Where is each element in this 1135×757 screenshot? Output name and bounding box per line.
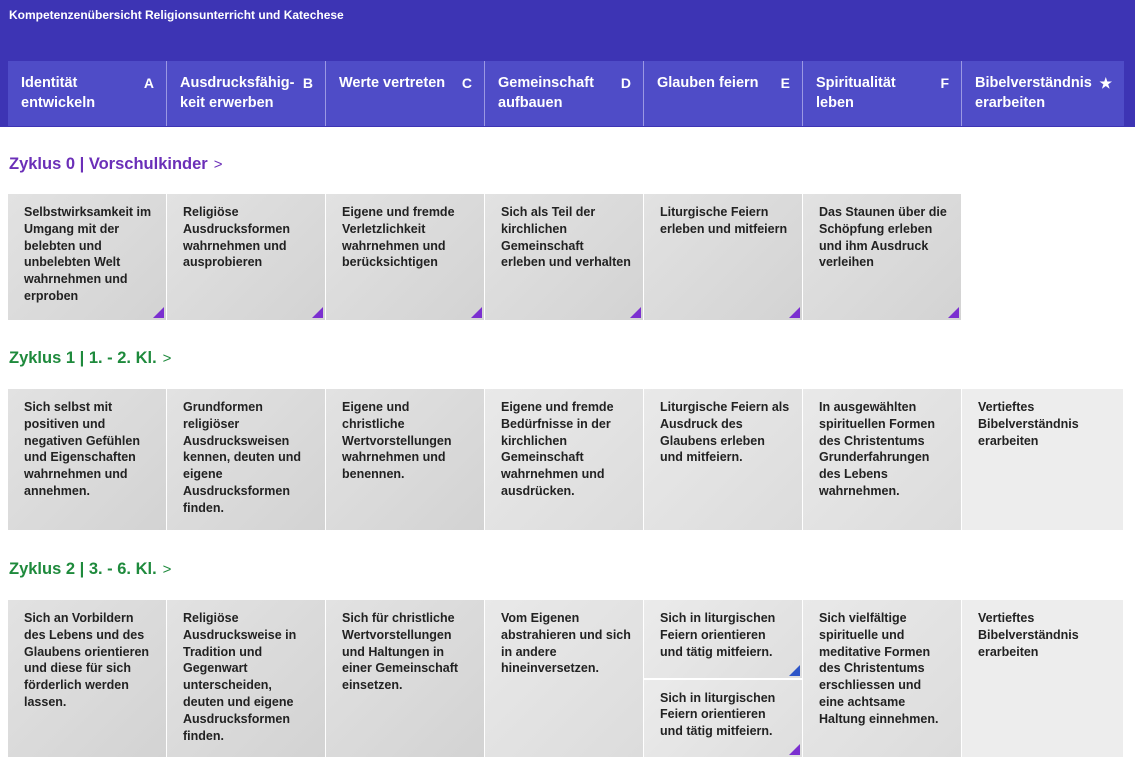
- competence-text: Grundformen religiöser Ausdrucksweisen k…: [183, 400, 302, 515]
- cycle-title-text: Zyklus 0 | Vorschulkinder: [9, 155, 208, 173]
- competence-text: Das Staunen über die Schöpfung erleben u…: [819, 205, 947, 270]
- competence-card[interactable]: Liturgische Feiern als Ausdruck des Glau…: [644, 389, 803, 530]
- corner-marker-icon: [948, 307, 959, 318]
- tab-label: Werte vertreten: [339, 75, 446, 91]
- competence-text: Liturgische Feiern erleben und mitfeiern: [660, 205, 788, 236]
- competence-card[interactable]: Selbstwirksamkeit im Umgang mit der bele…: [8, 194, 167, 320]
- competence-text: Religiöse Ausdrucksweise in Tradition un…: [183, 611, 297, 743]
- competence-card[interactable]: Grundformen religiöser Ausdrucksweisen k…: [167, 389, 326, 530]
- corner-marker-icon: [789, 307, 800, 318]
- competence-card[interactable]: Sich selbst mit positiven und negativen …: [8, 389, 167, 530]
- competence-card[interactable]: Sich für christliche Wertvorstellungen u…: [326, 600, 485, 757]
- competence-text: Sich in liturgischen Feiern orientieren …: [660, 611, 776, 659]
- competence-card[interactable]: Sich in liturgischen Feiern orientieren …: [644, 600, 802, 678]
- tab-gemeinschaft[interactable]: Gemeinschaft aufbauen D: [485, 61, 644, 126]
- tab-identitaet[interactable]: Identität entwickeln A: [8, 61, 167, 126]
- competence-card[interactable]: Eigene und fremde Bedürfnisse in der kir…: [485, 389, 644, 530]
- competence-card[interactable]: Vertieftes Bibelverständnis erarbeiten: [962, 389, 1124, 530]
- competence-card[interactable]: Sich vielfältige spirituelle und meditat…: [803, 600, 962, 757]
- competence-text: Sich an Vorbildern des Lebens und des Gl…: [24, 611, 150, 709]
- competence-text: Sich vielfältige spirituelle und meditat…: [819, 611, 939, 726]
- star-icon: ★: [1099, 75, 1112, 91]
- cycle-0-title[interactable]: Zyklus 0 | Vorschulkinder >: [9, 155, 222, 174]
- competence-text: In ausgewählten spirituellen Formen des …: [819, 400, 935, 498]
- tab-label: Spiritualität leben: [816, 75, 896, 111]
- competence-card[interactable]: Sich an Vorbildern des Lebens und des Gl…: [8, 600, 167, 757]
- corner-marker-icon: [789, 664, 800, 676]
- tab-label: Identität entwickeln: [21, 75, 96, 111]
- competence-text: Liturgische Feiern als Ausdruck des Glau…: [660, 400, 790, 465]
- competence-tabs: Identität entwickeln A Ausdrucksfähig-ke…: [8, 61, 1130, 126]
- chevron-right-icon: >: [213, 156, 223, 173]
- competence-card-split: Sich in liturgischen Feiern orientieren …: [644, 600, 803, 757]
- tab-label: Bibelverständnis erarbeiten: [975, 75, 1092, 111]
- cycle-title-text: Zyklus 1 | 1. - 2. Kl.: [9, 349, 157, 367]
- competence-card[interactable]: Das Staunen über die Schöpfung erleben u…: [803, 194, 962, 320]
- cycle-0-row: Selbstwirksamkeit im Umgang mit der bele…: [8, 194, 962, 320]
- competence-text: Vom Eigenen abstrahieren und sich in and…: [501, 611, 631, 676]
- cycle-title-text: Zyklus 2 | 3. - 6. Kl.: [9, 560, 157, 578]
- chevron-right-icon: >: [162, 350, 172, 367]
- tab-bibelverstaendnis[interactable]: Bibelverständnis erarbeiten ★: [962, 61, 1124, 126]
- cycle-2-row: Sich an Vorbildern des Lebens und des Gl…: [8, 600, 1124, 757]
- competence-text: Selbstwirksamkeit im Umgang mit der bele…: [24, 205, 152, 303]
- competence-card[interactable]: Religiöse Ausdrucksformen wahrnehmen und…: [167, 194, 326, 320]
- competence-text: Sich als Teil der kirchlichen Gemeinscha…: [501, 205, 631, 270]
- tab-letter: F: [940, 75, 949, 91]
- tab-ausdrucksfaehigkeit[interactable]: Ausdrucksfähig-keit erwerben B: [167, 61, 326, 126]
- tab-werte[interactable]: Werte vertreten C: [326, 61, 485, 126]
- tab-label: Ausdrucksfähig-keit erwerben: [180, 75, 295, 111]
- competence-card[interactable]: Vertieftes Bibelverständnis erarbeiten: [962, 600, 1124, 757]
- tab-letter: C: [461, 75, 472, 91]
- competence-card[interactable]: Vom Eigenen abstrahieren und sich in and…: [485, 600, 644, 757]
- cycle-1-row: Sich selbst mit positiven und negativen …: [8, 389, 1124, 530]
- competence-text: Eigene und fremde Bedürfnisse in der kir…: [501, 400, 614, 498]
- competence-card[interactable]: Sich in liturgischen Feiern orientieren …: [644, 677, 802, 757]
- competence-text: Eigene und fremde Verletzlichkeit wahrne…: [342, 205, 455, 270]
- tab-letter: E: [780, 75, 790, 91]
- cycle-1-title[interactable]: Zyklus 1 | 1. - 2. Kl. >: [9, 349, 171, 368]
- corner-marker-icon: [471, 307, 482, 318]
- competence-text: Eigene und christliche Wertvorstellungen…: [342, 400, 452, 482]
- cycle-2-title[interactable]: Zyklus 2 | 3. - 6. Kl. >: [9, 560, 171, 579]
- tab-spiritualitaet[interactable]: Spiritualität leben F: [803, 61, 962, 126]
- competence-card[interactable]: Sich als Teil der kirchlichen Gemeinscha…: [485, 194, 644, 320]
- competence-text: Sich für christliche Wertvorstellungen u…: [342, 611, 459, 693]
- header-bar: Kompetenzenübersicht Religionsunterricht…: [0, 0, 1135, 127]
- app-title: Kompetenzenübersicht Religionsunterricht…: [9, 8, 344, 22]
- corner-marker-icon: [630, 307, 641, 318]
- competence-card[interactable]: Religiöse Ausdrucksweise in Tradition un…: [167, 600, 326, 757]
- tab-label: Gemeinschaft aufbauen: [498, 75, 594, 111]
- competence-card[interactable]: Eigene und christliche Wertvorstellungen…: [326, 389, 485, 530]
- competence-card[interactable]: Eigene und fremde Verletzlichkeit wahrne…: [326, 194, 485, 320]
- competence-card[interactable]: In ausgewählten spirituellen Formen des …: [803, 389, 962, 530]
- competence-text: Sich selbst mit positiven und negativen …: [24, 400, 140, 498]
- corner-marker-icon: [153, 307, 164, 318]
- competence-text: Sich in liturgischen Feiern orientieren …: [660, 690, 776, 739]
- competence-text: Vertieftes Bibelverständnis erarbeiten: [978, 611, 1079, 659]
- tab-letter: B: [302, 75, 313, 91]
- chevron-right-icon: >: [162, 561, 172, 578]
- tab-glauben-feiern[interactable]: Glauben feiern E: [644, 61, 803, 126]
- competence-card[interactable]: Liturgische Feiern erleben und mitfeiern: [644, 194, 803, 320]
- corner-marker-icon: [789, 744, 800, 755]
- tab-letter: A: [143, 75, 154, 91]
- competence-text: Religiöse Ausdrucksformen wahrnehmen und…: [183, 205, 290, 270]
- tab-letter: D: [620, 75, 631, 91]
- tab-label: Glauben feiern: [657, 75, 759, 91]
- corner-marker-icon: [312, 307, 323, 318]
- competence-text: Vertieftes Bibelverständnis erarbeiten: [978, 400, 1079, 448]
